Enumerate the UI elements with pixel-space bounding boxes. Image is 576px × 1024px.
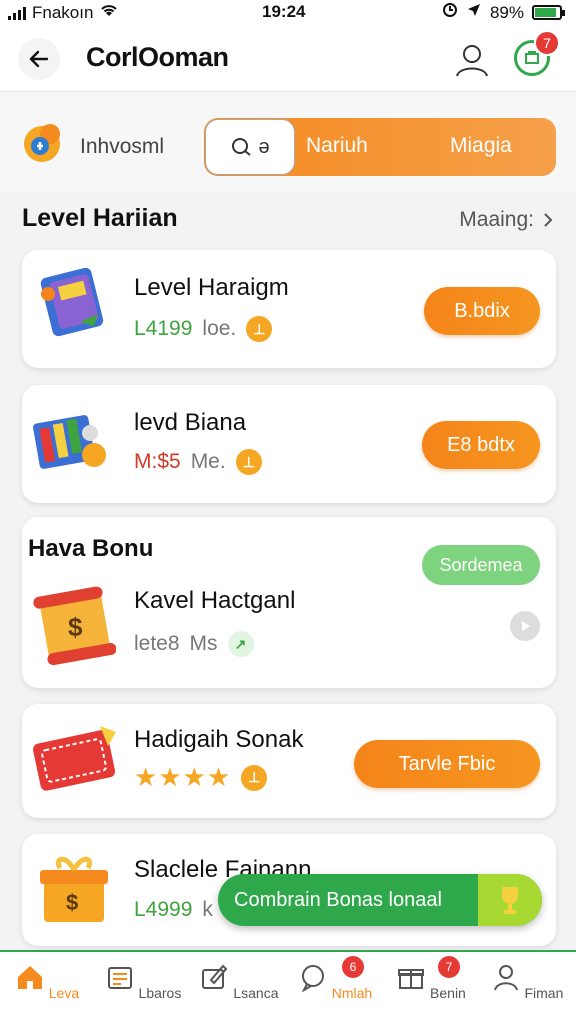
coin-icon: ⊥ xyxy=(246,316,273,342)
toast-text: Combrain Bonas lonaal xyxy=(234,888,442,911)
nav-label: Nmlah xyxy=(331,985,373,1001)
card-reward: M:$5 Me. ⊥ xyxy=(134,449,262,475)
trend-icon: ↗ xyxy=(227,631,254,657)
card-reward: L4999 k xyxy=(134,898,213,922)
reward-unit: loe. xyxy=(202,317,237,340)
gift-icon xyxy=(398,969,425,989)
nav-item-leva[interactable]: Leva xyxy=(2,962,92,1001)
page-title: CorlOoman xyxy=(86,42,229,72)
svg-text:$: $ xyxy=(66,890,78,915)
claim-button[interactable]: E8 bdtx xyxy=(422,421,540,469)
books-stack-icon xyxy=(30,399,114,488)
battery-icon xyxy=(532,5,565,20)
coin-icon: ⊥ xyxy=(235,449,262,475)
carrier-label: Fnakoın xyxy=(32,2,94,22)
tab-row: Inhvosml ə Nariuh Miagia xyxy=(0,92,576,192)
nav-badge: 7 xyxy=(438,956,460,978)
location-icon xyxy=(466,2,482,23)
bonus-card: Hava Bonu Sordemea $ Kavel Hactganl lete… xyxy=(22,517,556,688)
account-button[interactable] xyxy=(452,40,492,80)
card-title: levd Biana xyxy=(134,409,247,436)
bonus-section-title: Hava Bonu xyxy=(28,535,154,562)
brand-logo-icon xyxy=(20,120,68,166)
nav-item-nmlah[interactable]: 6 Nmlah xyxy=(290,956,380,1001)
chat-icon xyxy=(301,965,324,993)
reward-unit: Me. xyxy=(190,450,226,473)
level-card: Level Haraigm L4199 loe. ⊥ B.bdix xyxy=(22,250,556,368)
nav-label: Lsanca xyxy=(233,985,279,1001)
cart-badge: 7 xyxy=(534,30,560,56)
search-icon xyxy=(232,138,252,156)
battery-percent: 89% xyxy=(489,2,524,22)
reward-unit: k xyxy=(202,898,213,921)
reward-amount: L4199 xyxy=(134,317,193,340)
level-card: levd Biana M:$5 Me. ⊥ E8 bdtx xyxy=(22,385,556,503)
nav-label: Benin xyxy=(430,985,466,1001)
nav-label: Leva xyxy=(48,985,80,1001)
see-more-label: Maaing: xyxy=(459,208,534,231)
play-icon xyxy=(522,621,530,631)
document-icon xyxy=(107,967,132,989)
card-title: Kavel Hactganl xyxy=(134,587,296,614)
gift-box-icon: $ xyxy=(36,848,116,933)
card-title: Hadigaih Sonak xyxy=(134,726,304,753)
nav-item-benin[interactable]: 7 Benin xyxy=(386,956,476,1001)
ticket-icon xyxy=(30,720,122,805)
edit-icon xyxy=(202,964,228,989)
back-button[interactable] xyxy=(18,38,60,80)
user-icon xyxy=(456,45,488,77)
signal-icon xyxy=(8,6,26,20)
card-reward: L4199 loe. ⊥ xyxy=(134,316,273,342)
wifi-icon xyxy=(99,2,119,23)
reward-amount: lete8 xyxy=(134,632,180,655)
reward-amount: L4999 xyxy=(134,898,193,921)
arrow-left-icon xyxy=(29,50,49,68)
book-icon xyxy=(36,264,112,345)
nav-item-lbaros[interactable]: Lbaros xyxy=(98,962,188,1001)
alarm-icon xyxy=(442,2,458,23)
bonus-toast[interactable]: Combrain Bonas lonaal xyxy=(218,874,542,926)
chevron-right-icon xyxy=(544,213,553,227)
tab-nariuh[interactable]: Nariuh xyxy=(306,134,368,158)
profile-icon xyxy=(493,965,518,991)
scroll-dollar-icon: $ xyxy=(32,581,117,676)
see-more-link[interactable]: Maaing: xyxy=(459,208,554,232)
play-button[interactable] xyxy=(510,611,540,641)
nav-label: Lbaros xyxy=(138,985,182,1001)
reward-unit: Ms xyxy=(189,632,218,655)
tab-miagia[interactable]: Miagia xyxy=(450,134,512,158)
section-title: Level Hariian xyxy=(22,204,178,232)
gift-card: Hadigaih Sonak ★★★★ ⊥ Tarvle Fbic xyxy=(22,704,556,818)
svg-text:$: $ xyxy=(68,612,83,642)
nav-badge: 6 xyxy=(342,956,364,978)
nav-item-fiman[interactable]: Fiman xyxy=(482,962,572,1001)
card-title: Level Haraigm xyxy=(134,274,289,301)
card-reward: lete8 Ms ↗ xyxy=(134,631,254,657)
search-glyph: ə xyxy=(258,135,270,158)
coin-icon: ⊥ xyxy=(241,764,268,791)
claim-button[interactable]: Tarvle Fbic xyxy=(354,740,540,788)
trophy-icon xyxy=(478,874,542,926)
clock: 19:24 xyxy=(262,2,306,21)
star-rating: ★★★★ xyxy=(134,762,232,792)
brand-name: Inhvosml xyxy=(80,135,165,158)
segmented-control: ə Nariuh Miagia xyxy=(204,118,556,176)
status-bar: Fnakoın 19:24 89% xyxy=(0,0,576,26)
nav-item-lsanca[interactable]: Lsanca xyxy=(194,962,284,1001)
nav-label: Fiman xyxy=(524,985,564,1001)
status-tag-button[interactable]: Sordemea xyxy=(422,545,540,585)
app-header: CorlOoman xyxy=(0,26,576,92)
search-button[interactable]: ə xyxy=(205,119,295,175)
reward-amount: M:$5 xyxy=(134,450,181,473)
card-rating: ★★★★ ⊥ xyxy=(134,762,268,793)
home-icon xyxy=(17,966,42,989)
bottom-nav: Leva Lbaros Lsanca 6 Nmlah 7 Benin Fiman xyxy=(0,950,576,1024)
claim-button[interactable]: B.bdix xyxy=(424,287,540,335)
